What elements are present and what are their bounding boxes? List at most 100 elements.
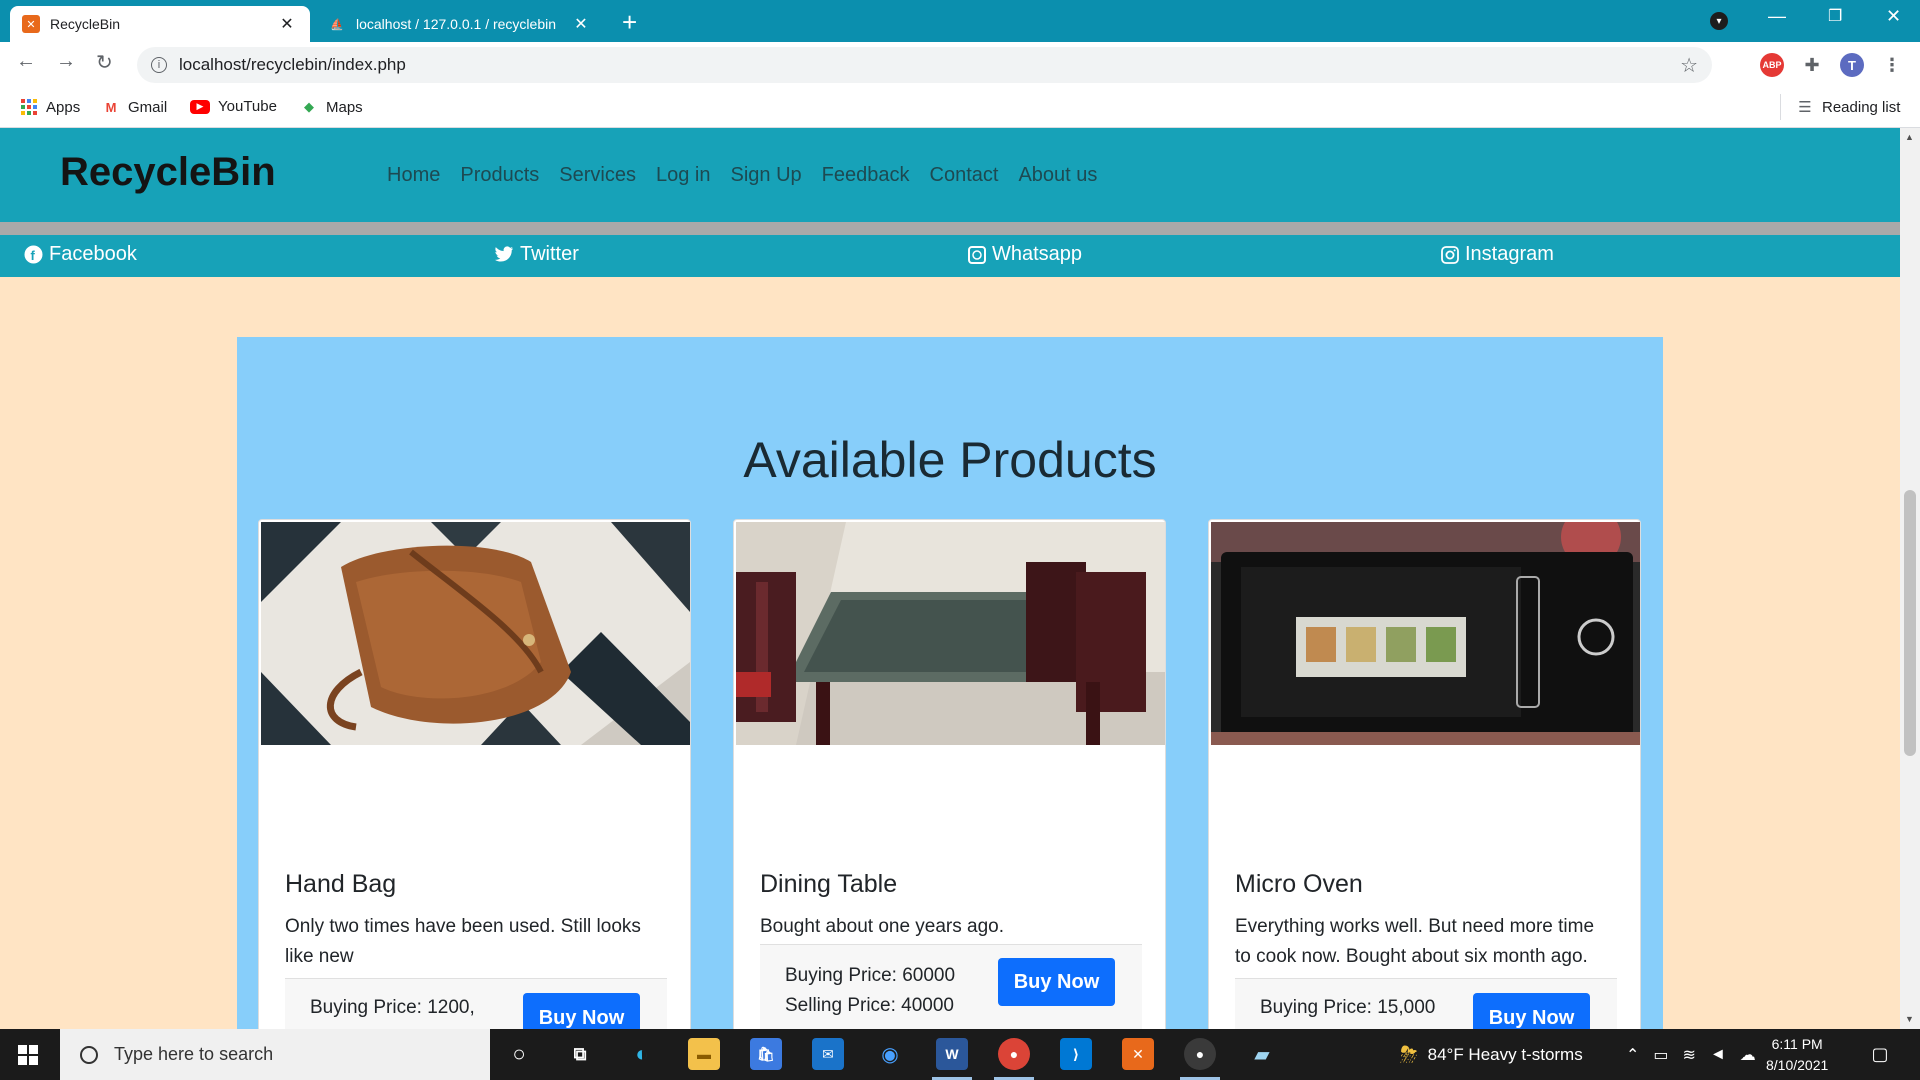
nav-contact[interactable]: Contact — [930, 164, 999, 187]
xampp-taskbar-icon[interactable]: ✕ — [1122, 1038, 1154, 1070]
apps-grid-icon — [20, 98, 38, 116]
address-bar[interactable]: i localhost/recyclebin/index.php ☆ — [137, 47, 1712, 83]
tray-overflow-chevron-icon[interactable]: ⌃ — [1626, 1045, 1639, 1065]
tab-search-icon[interactable]: ▾ — [1710, 12, 1728, 30]
bookmark-label: Apps — [46, 98, 81, 116]
chrome-icon[interactable]: ● — [998, 1038, 1030, 1070]
word-icon[interactable]: W — [936, 1038, 968, 1070]
nav-feedback[interactable]: Feedback — [822, 164, 910, 187]
bookmark-apps[interactable]: Apps — [20, 98, 80, 116]
tab-recyclebin[interactable]: ✕ RecycleBin ✕ — [10, 6, 310, 42]
reload-icon[interactable]: ↻ — [96, 50, 113, 75]
product-name: Hand Bag — [285, 870, 397, 898]
social-facebook[interactable]: f Facebook — [24, 243, 137, 266]
profile-avatar[interactable]: T — [1840, 53, 1864, 77]
task-view-icon[interactable]: ⧉ — [564, 1038, 596, 1070]
nav-products[interactable]: Products — [460, 164, 539, 187]
browser-toolbar: ← → ↻ i localhost/recyclebin/index.php ☆… — [0, 42, 1920, 88]
windows-start-icon[interactable] — [18, 1045, 38, 1065]
instagram-icon — [1440, 245, 1459, 264]
adblock-label: ABP — [1762, 60, 1782, 70]
twitter-icon — [495, 245, 514, 264]
battery-icon[interactable]: ▭ — [1653, 1045, 1668, 1065]
site-info-icon[interactable]: i — [151, 57, 167, 73]
social-instagram[interactable]: Instagram — [1440, 243, 1554, 266]
store-icon[interactable]: 🛍 — [750, 1038, 782, 1070]
notes-app-icon[interactable]: ▰ — [1246, 1038, 1278, 1070]
close-window-icon[interactable]: ✕ — [1886, 6, 1901, 27]
browser-titlebar: ✕ RecycleBin ✕ ⛵ localhost / 127.0.0.1 /… — [0, 0, 1920, 42]
nav-divider-bar — [0, 222, 1900, 235]
notifications-icon[interactable]: ▢ — [1864, 1038, 1896, 1070]
menu-kebab-icon[interactable]: ⋮ — [1880, 53, 1904, 77]
bookmark-youtube[interactable]: ▶ YouTube — [190, 98, 277, 115]
product-description: Bought about one years ago. — [760, 916, 1005, 937]
taskbar-clock[interactable]: 6:11 PM 8/10/2021 — [1766, 1034, 1828, 1076]
site-navbar: RecycleBin Home Products Services Log in… — [0, 128, 1900, 222]
bookmark-gmail[interactable]: M Gmail — [102, 98, 168, 116]
scroll-down-arrow-icon[interactable]: ▼ — [1905, 1014, 1914, 1024]
nav-home[interactable]: Home — [387, 164, 440, 187]
cortana-icon[interactable]: ○ — [503, 1038, 535, 1070]
product-image-micro-oven — [1211, 522, 1640, 745]
back-icon[interactable]: ← — [16, 50, 36, 73]
reading-list-button[interactable]: ☰ Reading list — [1796, 98, 1901, 117]
close-tab-icon[interactable]: ✕ — [570, 14, 592, 34]
selling-price: Selling Price: 40000 — [785, 995, 954, 1016]
extensions-puzzle-icon[interactable]: ✚ — [1800, 53, 1824, 77]
bookmark-star-icon[interactable]: ☆ — [1680, 53, 1698, 78]
taskbar-search-box[interactable]: Type here to search — [60, 1029, 490, 1080]
tab-title: RecycleBin — [50, 16, 121, 32]
forward-icon[interactable]: → — [56, 50, 76, 73]
restore-icon[interactable]: ❐ — [1828, 6, 1842, 26]
social-twitter[interactable]: Twitter — [495, 243, 579, 266]
site-brand[interactable]: RecycleBin — [60, 150, 276, 195]
bookmark-maps[interactable]: ◆ Maps — [300, 98, 363, 116]
tab-phpmyadmin[interactable]: ⛵ localhost / 127.0.0.1 / recyclebin ✕ — [316, 6, 604, 42]
adblock-icon[interactable]: ABP — [1760, 53, 1784, 77]
scrollbar-thumb[interactable] — [1904, 490, 1916, 756]
phpmyadmin-icon: ⛵ — [330, 18, 344, 31]
vscode-icon[interactable]: ⟩ — [1060, 1038, 1092, 1070]
reading-list-label: Reading list — [1822, 98, 1901, 116]
scroll-up-arrow-icon[interactable]: ▲ — [1905, 132, 1914, 142]
buying-price: Buying Price: 1200, — [310, 997, 475, 1018]
social-label: Instagram — [1465, 243, 1554, 265]
search-placeholder: Type here to search — [114, 1044, 274, 1064]
nav-signup[interactable]: Sign Up — [731, 164, 802, 187]
mail-icon[interactable]: ✉ — [812, 1038, 844, 1070]
clock-time: 6:11 PM — [1771, 1036, 1823, 1052]
buy-now-button[interactable]: Buy Now — [998, 958, 1115, 1006]
product-price-footer: Buying Price: 15,000 Buy Now — [1235, 978, 1617, 1029]
facebook-icon: f — [24, 245, 43, 264]
weather-widget[interactable]: ⛈ 84°F Heavy t-storms — [1400, 1029, 1583, 1080]
nav-services[interactable]: Services — [559, 164, 636, 187]
page-scrollbar[interactable]: ▲ ▼ — [1900, 128, 1920, 1029]
nav-login[interactable]: Log in — [656, 164, 711, 187]
close-tab-icon[interactable]: ✕ — [276, 14, 298, 34]
new-tab-icon[interactable]: + — [622, 7, 637, 38]
social-whatsapp[interactable]: Whatsapp — [967, 243, 1082, 266]
svg-text:f: f — [31, 248, 36, 263]
products-heading: Available Products — [743, 432, 1157, 488]
chrome-profile-icon[interactable]: ● — [1184, 1038, 1216, 1070]
buy-now-button[interactable]: Buy Now — [523, 993, 640, 1029]
minimize-icon[interactable]: — — [1768, 6, 1786, 27]
volume-icon[interactable]: ◄ — [1710, 1046, 1726, 1064]
maps-icon: ◆ — [304, 99, 314, 114]
file-explorer-icon[interactable]: ▬ — [688, 1038, 720, 1070]
onedrive-cloud-icon[interactable]: ☁ — [1740, 1045, 1756, 1065]
edge-icon[interactable]: ◐ — [626, 1038, 658, 1070]
products-section: Available Products Hand Bag Only two tim… — [237, 337, 1663, 1029]
product-description: Only two times have been used. Still loo… — [285, 916, 641, 967]
buy-now-button[interactable]: Buy Now — [1473, 993, 1590, 1029]
weather-text: 84°F Heavy t-storms — [1427, 1044, 1583, 1064]
social-bar: f Facebook Twitter Whatsapp Instagram — [0, 235, 1900, 277]
address-text: localhost/recyclebin/index.php — [179, 55, 406, 74]
globe-app-icon[interactable]: ◉ — [874, 1038, 906, 1070]
bookmarks-bar: Apps M Gmail ▶ YouTube ◆ Maps ☰ Reading … — [0, 88, 1920, 128]
site-menu: Home Products Services Log in Sign Up Fe… — [387, 164, 1117, 187]
wifi-icon[interactable]: ≋ — [1683, 1045, 1696, 1065]
product-name: Dining Table — [760, 870, 898, 898]
nav-about[interactable]: About us — [1018, 164, 1097, 187]
